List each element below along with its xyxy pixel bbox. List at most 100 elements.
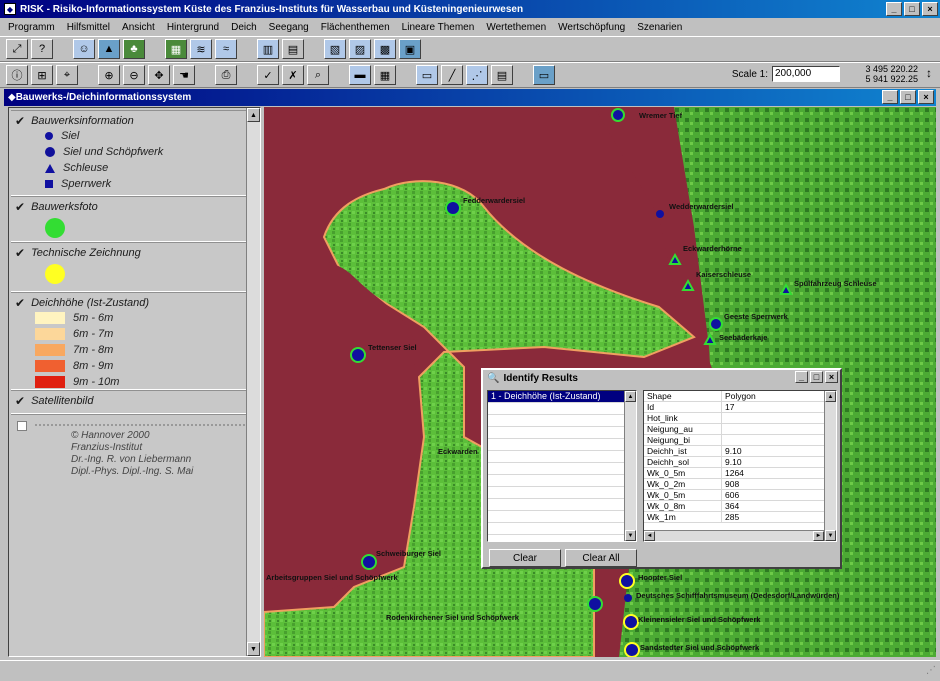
layer-d-icon[interactable]: ▣ (399, 39, 421, 59)
resize-grip-icon[interactable]: ⋰ (926, 665, 936, 676)
menu-seegang[interactable]: Seegang (269, 22, 309, 33)
dialog-close-button[interactable]: × (825, 371, 838, 383)
legend-group-satellit[interactable]: ✔ Satellitenbild (11, 390, 247, 414)
identified-features-list[interactable]: 1 - Deichhöhe (Ist-Zustand) ▲ ▼ (487, 390, 637, 542)
marker-wremer-tief[interactable] (611, 108, 625, 122)
scroll-up-icon[interactable]: ▲ (825, 391, 836, 402)
person-icon[interactable]: ☺ (73, 39, 95, 59)
scroll-down-icon[interactable]: ▼ (247, 642, 260, 656)
scroll-down-icon[interactable]: ▼ (825, 530, 836, 541)
map-label: Eckwarderhörne (683, 244, 742, 253)
menu-programm[interactable]: Programm (8, 22, 55, 33)
clear-selection-icon[interactable]: ✗ (282, 65, 304, 85)
pan-icon[interactable]: ✥ (148, 65, 170, 85)
marker-fedderwardersiel[interactable] (445, 200, 461, 216)
menu-szenarien[interactable]: Szenarien (637, 22, 682, 33)
mdi-minimize-button[interactable]: _ (882, 90, 898, 104)
legend-group-deichhoehe[interactable]: ✔ Deichhöhe (Ist-Zustand) 5m - 6m 6m - 7m… (11, 292, 247, 390)
minimize-button[interactable]: _ (886, 2, 902, 16)
map-label: Spülfahrzeug Schleuse (794, 279, 877, 288)
landscape-icon[interactable]: ▲ (98, 39, 120, 59)
marker-rodenkirchen[interactable] (587, 596, 603, 612)
table-scrollbar[interactable]: ▲ ▼ (824, 391, 836, 541)
dialog-maximize-button[interactable]: □ (810, 371, 823, 383)
table-icon[interactable]: ▦ (374, 65, 396, 85)
layer-check-icon[interactable]: ✔ (15, 246, 25, 260)
attr-name: Deichh_sol (644, 457, 722, 467)
marker-schweiburger-siel[interactable] (361, 554, 377, 570)
close-button[interactable]: × (922, 2, 938, 16)
menu-lineare-themen[interactable]: Lineare Themen (402, 22, 475, 33)
legend-group-foto[interactable]: ✔ Bauwerksfoto (11, 196, 247, 242)
chart-icon[interactable]: ▥ (257, 39, 279, 59)
legend-group-zeichnung[interactable]: ✔ Technische Zeichnung (11, 242, 247, 292)
menu-ansicht[interactable]: Ansicht (122, 22, 155, 33)
legend-group-title: Bauwerksfoto (31, 201, 98, 213)
legend-item-label: Siel (61, 130, 80, 142)
attr-name: Id (644, 402, 722, 412)
pointer-tool-icon[interactable]: ⤢ (6, 39, 28, 59)
line-icon[interactable]: ╱ (441, 65, 463, 85)
map-layer-icon[interactable]: ▦ (165, 39, 187, 59)
maximize-button[interactable]: □ (904, 2, 920, 16)
legend-group-bauwerk[interactable]: ✔ Bauwerksinformation Siel Siel und Schöp… (11, 110, 247, 196)
measure-icon[interactable]: ⊞ (31, 65, 53, 85)
marker-kleinensiel[interactable] (623, 614, 639, 630)
mdi-maximize-button[interactable]: □ (900, 90, 916, 104)
marker-sandstedt[interactable] (624, 642, 640, 657)
layer-check-icon[interactable]: ✔ (15, 296, 25, 310)
select-icon[interactable]: ✓ (257, 65, 279, 85)
scroll-down-icon[interactable]: ▼ (625, 530, 636, 541)
layer-check-icon[interactable]: ✔ (15, 200, 25, 214)
hand-icon[interactable]: ☚ (173, 65, 195, 85)
photo-icon[interactable]: ▭ (416, 65, 438, 85)
marker-wedderwardersiel[interactable] (656, 210, 664, 218)
layer-a-icon[interactable]: ▧ (324, 39, 346, 59)
scroll-up-icon[interactable]: ▲ (625, 391, 636, 402)
clear-button[interactable]: Clear (489, 549, 561, 567)
dike-icon[interactable]: ≋ (190, 39, 212, 59)
info-icon[interactable]: ⓘ (6, 65, 28, 85)
list-scrollbar[interactable]: ▲ ▼ (624, 391, 636, 541)
list-item[interactable]: 1 - Deichhöhe (Ist-Zustand) (488, 391, 636, 403)
tree-icon[interactable]: ♣ (123, 39, 145, 59)
menu-flaechenthemen[interactable]: Flächenthemen (321, 22, 390, 33)
document-icon[interactable]: ▤ (282, 39, 304, 59)
marker-tettenser-siel[interactable] (350, 347, 366, 363)
marker-museum[interactable] (624, 594, 632, 602)
marker-hoopter-siel[interactable] (619, 573, 635, 589)
folder-icon[interactable]: ▬ (349, 65, 371, 85)
dialog-minimize-button[interactable]: _ (795, 371, 808, 383)
waves-icon[interactable]: ≈ (215, 39, 237, 59)
help-icon[interactable]: ? (31, 39, 53, 59)
attribute-table[interactable]: Shape Polygon Id 17 Hot_link Neigung_au Ne… (643, 390, 837, 542)
menu-hilfsmittel[interactable]: Hilfsmittel (67, 22, 110, 33)
menu-hintergrund[interactable]: Hintergrund (167, 22, 219, 33)
table-row: Neigung_bi (644, 435, 836, 446)
menu-wertschoepfung[interactable]: Wertschöpfung (558, 22, 625, 33)
scale-input[interactable]: 200,000 (772, 66, 840, 82)
graph-icon[interactable]: ⋰ (466, 65, 488, 85)
print-icon[interactable]: ⎙ (215, 65, 237, 85)
mdi-close-button[interactable]: × (918, 90, 934, 104)
zoom-in-icon[interactable]: ⊕ (98, 65, 120, 85)
menu-deich[interactable]: Deich (231, 22, 257, 33)
monitor-icon[interactable]: ▭ (533, 65, 555, 85)
layer-check-icon[interactable]: ✔ (15, 114, 25, 128)
zoom-out-icon[interactable]: ⊖ (123, 65, 145, 85)
scale-icon[interactable]: ▤ (491, 65, 513, 85)
scroll-left-icon[interactable]: ◄ (644, 531, 655, 541)
layer-c-icon[interactable]: ▩ (374, 39, 396, 59)
scroll-up-icon[interactable]: ▲ (247, 108, 260, 122)
layer-check-icon[interactable]: ✔ (15, 394, 25, 408)
layer-b-icon[interactable]: ▨ (349, 39, 371, 59)
table-hscrollbar[interactable]: ◄ ► (644, 530, 824, 541)
clear-all-button[interactable]: Clear All (565, 549, 637, 567)
scroll-right-icon[interactable]: ► (813, 531, 824, 541)
zoom-extent-icon[interactable]: ⌖ (56, 65, 78, 85)
marker-geeste-sperrwerk[interactable] (709, 317, 723, 331)
find-icon[interactable]: ⌕ (307, 65, 329, 85)
menu-wertethemen[interactable]: Wertethemen (486, 22, 546, 33)
credits-checkbox[interactable] (17, 421, 27, 431)
legend-scrollbar[interactable]: ▲ ▼ (246, 108, 260, 656)
